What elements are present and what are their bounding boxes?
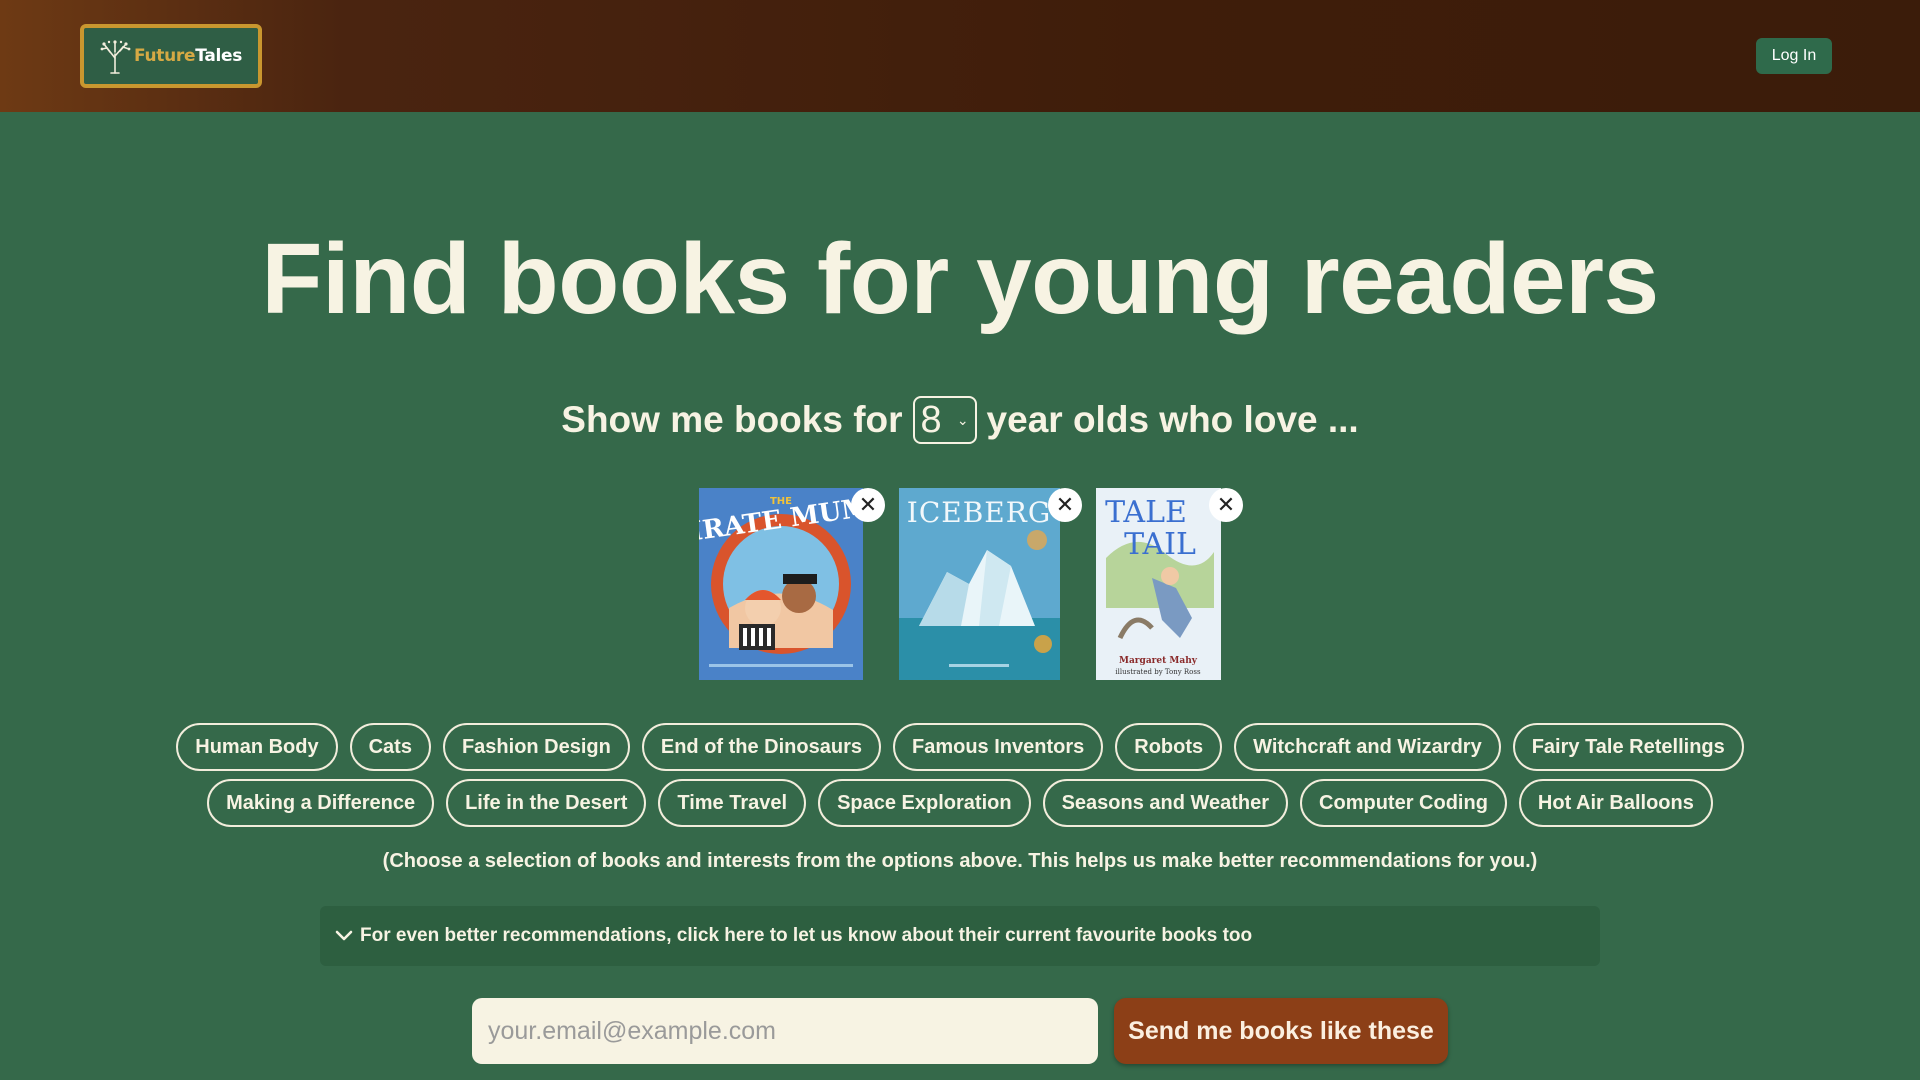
send-books-button[interactable]: Send me books like these	[1114, 998, 1448, 1064]
interest-chip[interactable]: Making a Difference	[207, 779, 435, 827]
interest-chip[interactable]: Fashion Design	[442, 723, 630, 771]
svg-text:TALE: TALE	[1105, 495, 1187, 530]
book-cover-iceberg[interactable]: ICEBERG	[899, 488, 1060, 680]
close-icon: ✕	[1055, 492, 1075, 518]
logo-text-tales: Tales	[195, 46, 243, 66]
login-button[interactable]: Log In	[1756, 38, 1832, 74]
logo[interactable]: FutureTales	[80, 24, 262, 88]
tree-icon	[100, 40, 131, 74]
email-input[interactable]	[472, 998, 1098, 1064]
interest-chip[interactable]: End of the Dinosaurs	[641, 723, 881, 771]
book-illustrator: illustrated by Tony Ross	[1115, 668, 1201, 676]
filter-prefix: Show me books for	[561, 399, 903, 440]
svg-text:TAIL: TAIL	[1124, 527, 1196, 562]
site-header: FutureTales Log In	[0, 0, 1920, 112]
interest-chip[interactable]: Famous Inventors	[892, 723, 1104, 771]
page-title: Find books for young readers	[261, 223, 1659, 335]
book-cover-tale-of-a-tail[interactable]: TALE TAIL Margaret Mahy illustrated by T…	[1096, 488, 1221, 680]
age-select[interactable]: 8 ⌄	[912, 396, 977, 444]
close-icon: ✕	[858, 492, 878, 518]
chevron-down-icon	[335, 930, 353, 941]
svg-text:THE: THE	[770, 496, 792, 507]
interest-chips-row-1: Human Body Cats Fashion Design End of the D…	[0, 723, 1920, 771]
interest-chip[interactable]: Fairy Tale Retellings	[1512, 723, 1744, 771]
expander-label: For even better recommendations, click h…	[360, 925, 1253, 946]
svg-text:ICEBERG: ICEBERG	[907, 496, 1051, 529]
interest-chip[interactable]: Witchcraft and Wizardry	[1234, 723, 1501, 771]
chevron-down-icon: ⌄	[956, 411, 969, 428]
age-select-value: 8	[920, 398, 942, 441]
book-cover-pirate-mums[interactable]: PIRATE MUMS THE	[699, 488, 863, 680]
interest-chip[interactable]: Space Exploration	[818, 779, 1031, 827]
interest-chips-row-2: Making a Difference Life in the Desert Tim…	[0, 779, 1920, 827]
interest-chip[interactable]: Cats	[349, 723, 431, 771]
filter-suffix: year olds who love ...	[986, 399, 1359, 440]
interest-chip[interactable]: Hot Air Balloons	[1518, 779, 1713, 827]
logo-text: FutureTales	[134, 46, 242, 66]
remove-book-button[interactable]: ✕	[1048, 488, 1082, 522]
age-filter-sentence: Show me books for 8 ⌄ year olds who love…	[0, 396, 1920, 444]
favourite-books-expander[interactable]: For even better recommendations, click h…	[320, 906, 1600, 966]
selected-books: PIRATE MUMS THE ✕ ICEBERG ✕ TALE TAIL Ma…	[0, 488, 1920, 682]
interest-chip[interactable]: Human Body	[176, 723, 338, 771]
interest-chip[interactable]: Computer Coding	[1300, 779, 1507, 827]
logo-text-future: Future	[134, 46, 196, 66]
close-icon: ✕	[1216, 492, 1236, 518]
interest-chip[interactable]: Robots	[1115, 723, 1223, 771]
remove-book-button[interactable]: ✕	[851, 488, 885, 522]
book-author: Margaret Mahy	[1119, 656, 1198, 666]
interest-chip[interactable]: Time Travel	[658, 779, 807, 827]
helper-note: (Choose a selection of books and interes…	[382, 850, 1538, 872]
interest-chip[interactable]: Life in the Desert	[446, 779, 647, 827]
interest-chip[interactable]: Seasons and Weather	[1042, 779, 1289, 827]
remove-book-button[interactable]: ✕	[1209, 488, 1243, 522]
